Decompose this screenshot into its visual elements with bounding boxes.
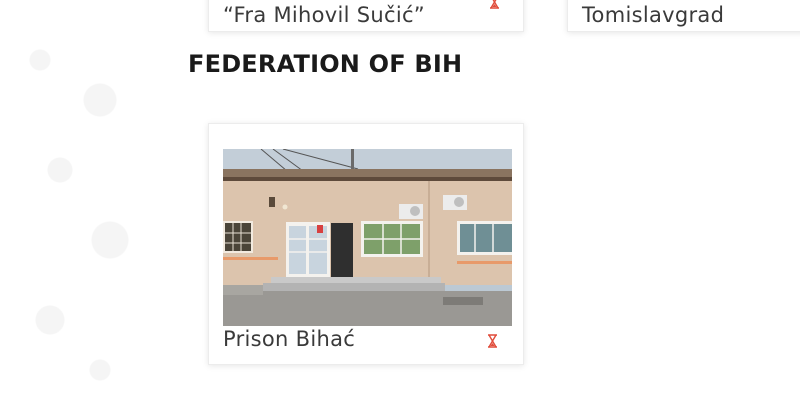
facility-card-title[interactable]: Tomislavgrad [582, 3, 724, 27]
facility-card-tomislavgrad[interactable]: Tomislavgrad [567, 0, 800, 32]
facility-card-title[interactable]: “Fra Mihovil Sučić” [223, 3, 425, 27]
hourglass-icon [488, 334, 497, 348]
facility-card-fra-mihovil-sucic[interactable]: “Fra Mihovil Sučić” [208, 0, 524, 32]
hourglass-icon [490, 0, 499, 9]
prison-building-image [223, 149, 512, 326]
facility-card-prison-bihac[interactable]: Prison Bihać [208, 123, 524, 365]
background-pattern [0, 20, 160, 400]
page: “Fra Mihovil Sučić” Tomislavgrad FEDERAT… [0, 0, 800, 400]
facility-card-title[interactable]: Prison Bihać [223, 327, 355, 351]
facility-photo[interactable] [223, 149, 512, 326]
section-title: FEDERATION OF BIH [188, 50, 463, 78]
